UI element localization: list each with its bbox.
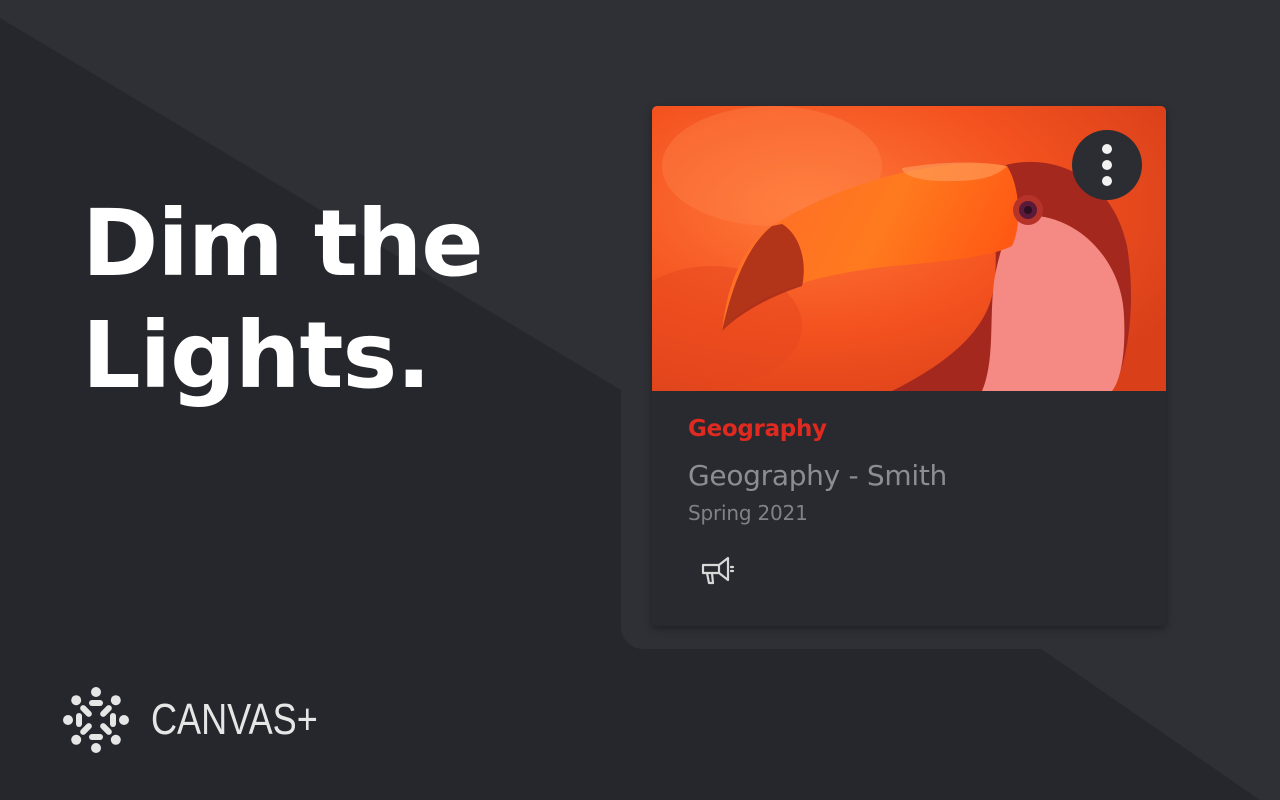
course-options-button[interactable]: [1072, 130, 1142, 200]
course-card[interactable]: Geography Geography - Smith Spring 2021: [652, 106, 1166, 626]
canvas-logo-icon: [63, 687, 129, 753]
course-code[interactable]: Geography: [688, 416, 827, 442]
announcements-button[interactable]: [694, 547, 740, 593]
hero-headline-line-2: Lights.: [82, 302, 431, 409]
course-term: Spring 2021: [688, 501, 808, 525]
brand-name: CANVAS+: [151, 695, 318, 744]
kebab-menu-icon-dot: [1102, 160, 1112, 170]
kebab-menu-icon-dot: [1102, 176, 1112, 186]
hero-headline-line-1: Dim the: [82, 190, 484, 297]
kebab-menu-icon: [1102, 144, 1112, 154]
promo-stage: Dim the Lights. CANVAS+ Geography Geogra…: [0, 0, 1280, 800]
hero-headline: Dim the Lights.: [82, 188, 484, 412]
brand-lockup: CANVAS+: [57, 681, 354, 759]
megaphone-icon: [701, 556, 735, 585]
course-name: Geography - Smith: [688, 459, 947, 492]
